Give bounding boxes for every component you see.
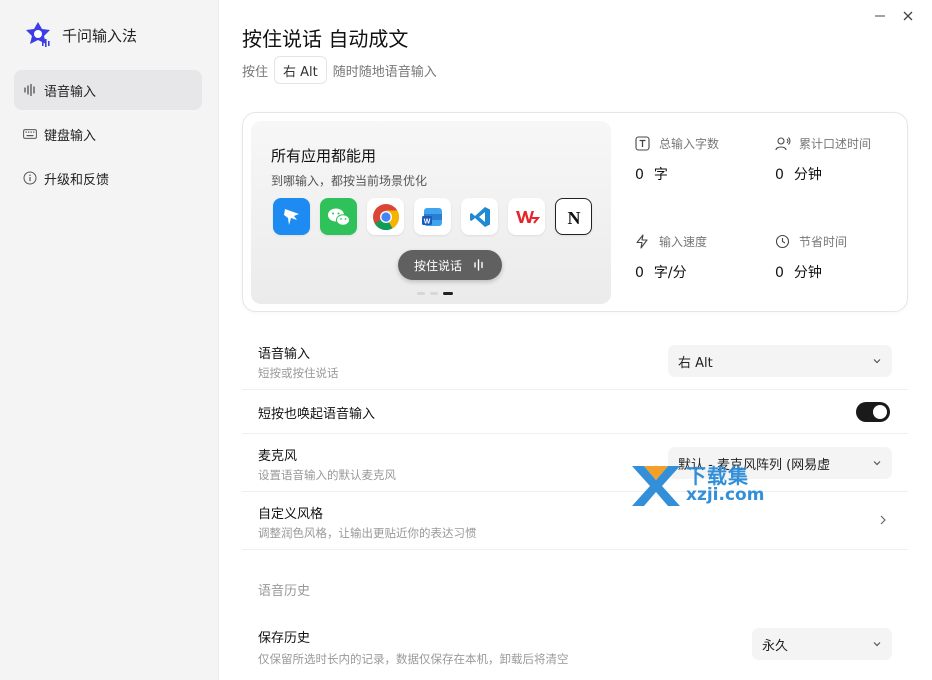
window-controls bbox=[866, 6, 922, 26]
short-press-toggle[interactable] bbox=[856, 402, 890, 422]
stat-unit: 分钟 bbox=[793, 167, 822, 183]
settings-list: 语音输入 短按或按住说话 右 Alt 短按也唤起语音输入 麦克风 设置语音输入的… bbox=[242, 330, 908, 666]
setting-row-short-press: 短按也唤起语音输入 bbox=[242, 390, 908, 434]
stat-value: 0 bbox=[635, 265, 644, 281]
stat-value: 0 bbox=[635, 167, 644, 183]
sidebar-item-keyboard-input[interactable]: 键盘输入 bbox=[14, 114, 202, 154]
clock-icon bbox=[775, 234, 791, 250]
stat-dictation-time: 累计口述时间 0 分钟 bbox=[775, 135, 905, 184]
stats-panel: 总输入字数 0字 累计口述时间 0 分钟 输入速度 0 字/分 节省时间 0 分… bbox=[635, 135, 905, 305]
select-value: 永久 bbox=[762, 638, 789, 654]
word-icon: W bbox=[414, 198, 451, 235]
stat-label: 总输入字数 bbox=[659, 137, 720, 151]
sidebar-nav: 语音输入 键盘输入 升级和反馈 bbox=[14, 70, 202, 202]
sidebar-item-upgrade-feedback[interactable]: 升级和反馈 bbox=[14, 158, 202, 198]
stat-time-saved: 节省时间 0 分钟 bbox=[775, 233, 905, 282]
waveform-icon bbox=[474, 259, 483, 271]
setting-title: 语音输入 bbox=[258, 347, 311, 362]
setting-row-custom-style[interactable]: 自定义风格 调整润色风格，让输出更贴近你的表达习惯 bbox=[242, 492, 908, 550]
stat-label: 节省时间 bbox=[799, 235, 848, 249]
stat-total-chars: 总输入字数 0字 bbox=[635, 135, 765, 184]
close-icon bbox=[903, 11, 913, 21]
lightning-icon bbox=[635, 234, 651, 250]
text-icon bbox=[635, 136, 651, 152]
setting-row-voice-input: 语音输入 短按或按住说话 右 Alt bbox=[242, 330, 908, 390]
qianwen-logo-icon bbox=[26, 22, 50, 47]
toggle-knob bbox=[873, 405, 887, 419]
stat-unit: 分钟 bbox=[793, 265, 822, 281]
watermark-logo-icon bbox=[632, 466, 680, 506]
setting-row-save-history: 保存历史 仅保留所选时长内的记录，数据仅保存在本机，卸载后将清空 永久 bbox=[242, 616, 908, 676]
chevron-down-icon bbox=[873, 642, 881, 647]
setting-desc: 仅保留所选时长内的记录，数据仅保存在本机，卸载后将清空 bbox=[258, 652, 569, 666]
section-label-history: 语音历史 bbox=[258, 584, 311, 599]
speaker-icon bbox=[775, 136, 791, 152]
watermark-cn: 下载集 bbox=[686, 464, 749, 488]
subtitle-suffix: 随时随地语音输入 bbox=[332, 64, 437, 80]
wechat-icon bbox=[320, 198, 357, 235]
showcase-subtitle: 到哪输入，都按当前场景优化 bbox=[271, 174, 428, 188]
subtitle-prefix: 按住 bbox=[242, 64, 269, 80]
showcase-heading: 所有应用都能用 bbox=[271, 147, 377, 165]
hotkey-chip: 右 Alt bbox=[274, 56, 327, 84]
chevron-down-icon bbox=[873, 461, 881, 466]
brand: 千问输入法 bbox=[22, 19, 137, 51]
sidebar-item-voice-input[interactable]: 语音输入 bbox=[14, 70, 202, 110]
sidebar-item-label: 键盘输入 bbox=[44, 128, 97, 144]
wps-icon bbox=[508, 198, 545, 235]
notion-icon: N bbox=[555, 198, 592, 235]
close-button[interactable] bbox=[894, 6, 922, 26]
page-subtitle: 按住 右 Alt 随时随地语音输入 bbox=[242, 56, 437, 84]
minimize-icon bbox=[875, 15, 885, 17]
stat-label: 累计口述时间 bbox=[799, 137, 872, 151]
carousel-dot[interactable] bbox=[430, 292, 438, 295]
carousel-dot[interactable] bbox=[417, 292, 425, 295]
stat-label: 输入速度 bbox=[659, 235, 708, 249]
stat-value: 0 bbox=[775, 265, 784, 281]
watermark-en: xzji.com bbox=[686, 485, 765, 505]
setting-desc: 调整润色风格，让输出更贴近你的表达习惯 bbox=[258, 526, 477, 540]
chevron-down-icon bbox=[873, 359, 881, 364]
push-to-talk-button[interactable]: 按住说话 bbox=[398, 250, 502, 280]
sidebar: 千问输入法 语音输入 键盘输入 升级和反馈 bbox=[0, 0, 219, 680]
ptt-label: 按住说话 bbox=[413, 258, 462, 273]
setting-title: 自定义风格 bbox=[258, 507, 324, 522]
voice-hotkey-select[interactable]: 右 Alt bbox=[668, 345, 892, 377]
chevron-right-icon[interactable] bbox=[878, 514, 888, 526]
chrome-icon bbox=[367, 198, 404, 235]
svg-text:W: W bbox=[423, 218, 430, 225]
feature-card: 所有应用都能用 到哪输入，都按当前场景优化 W N 按住说话 总输入字数 0 字… bbox=[242, 112, 908, 312]
stat-unit: 字/分 bbox=[653, 265, 687, 281]
info-icon bbox=[22, 170, 38, 186]
app-icon-row: W N bbox=[273, 198, 602, 235]
vscode-icon bbox=[461, 198, 498, 235]
stat-input-speed: 输入速度 0 字/分 bbox=[635, 233, 765, 282]
carousel-indicator bbox=[417, 292, 458, 295]
svg-text:N: N bbox=[567, 208, 580, 228]
app-name: 千问输入法 bbox=[62, 26, 138, 45]
dingtalk-icon bbox=[273, 198, 310, 235]
select-value: 右 Alt bbox=[678, 355, 713, 371]
setting-desc: 设置语音输入的默认麦克风 bbox=[258, 468, 396, 482]
setting-title: 短按也唤起语音输入 bbox=[258, 407, 376, 422]
apps-showcase: 所有应用都能用 到哪输入，都按当前场景优化 W N 按住说话 bbox=[251, 121, 611, 304]
setting-desc: 短按或按住说话 bbox=[258, 366, 339, 380]
site-watermark: 下载集 xzji.com bbox=[630, 462, 764, 508]
waveform-icon bbox=[22, 82, 38, 98]
setting-row-microphone: 麦克风 设置语音输入的默认麦克风 默认 - 麦克风阵列 (网易虚 bbox=[242, 434, 908, 492]
minimize-button[interactable] bbox=[866, 6, 894, 26]
setting-title: 麦克风 bbox=[258, 449, 298, 464]
page-title: 按住说话 自动成文 bbox=[242, 27, 409, 51]
setting-title: 保存历史 bbox=[258, 631, 311, 646]
sidebar-item-label: 升级和反馈 bbox=[44, 172, 110, 188]
history-retention-select[interactable]: 永久 bbox=[752, 628, 892, 660]
carousel-dot-active[interactable] bbox=[443, 292, 453, 295]
keyboard-icon bbox=[22, 126, 38, 142]
sidebar-item-label: 语音输入 bbox=[44, 84, 97, 100]
stat-unit: 字 bbox=[653, 167, 668, 183]
stat-value: 0 bbox=[775, 167, 784, 183]
